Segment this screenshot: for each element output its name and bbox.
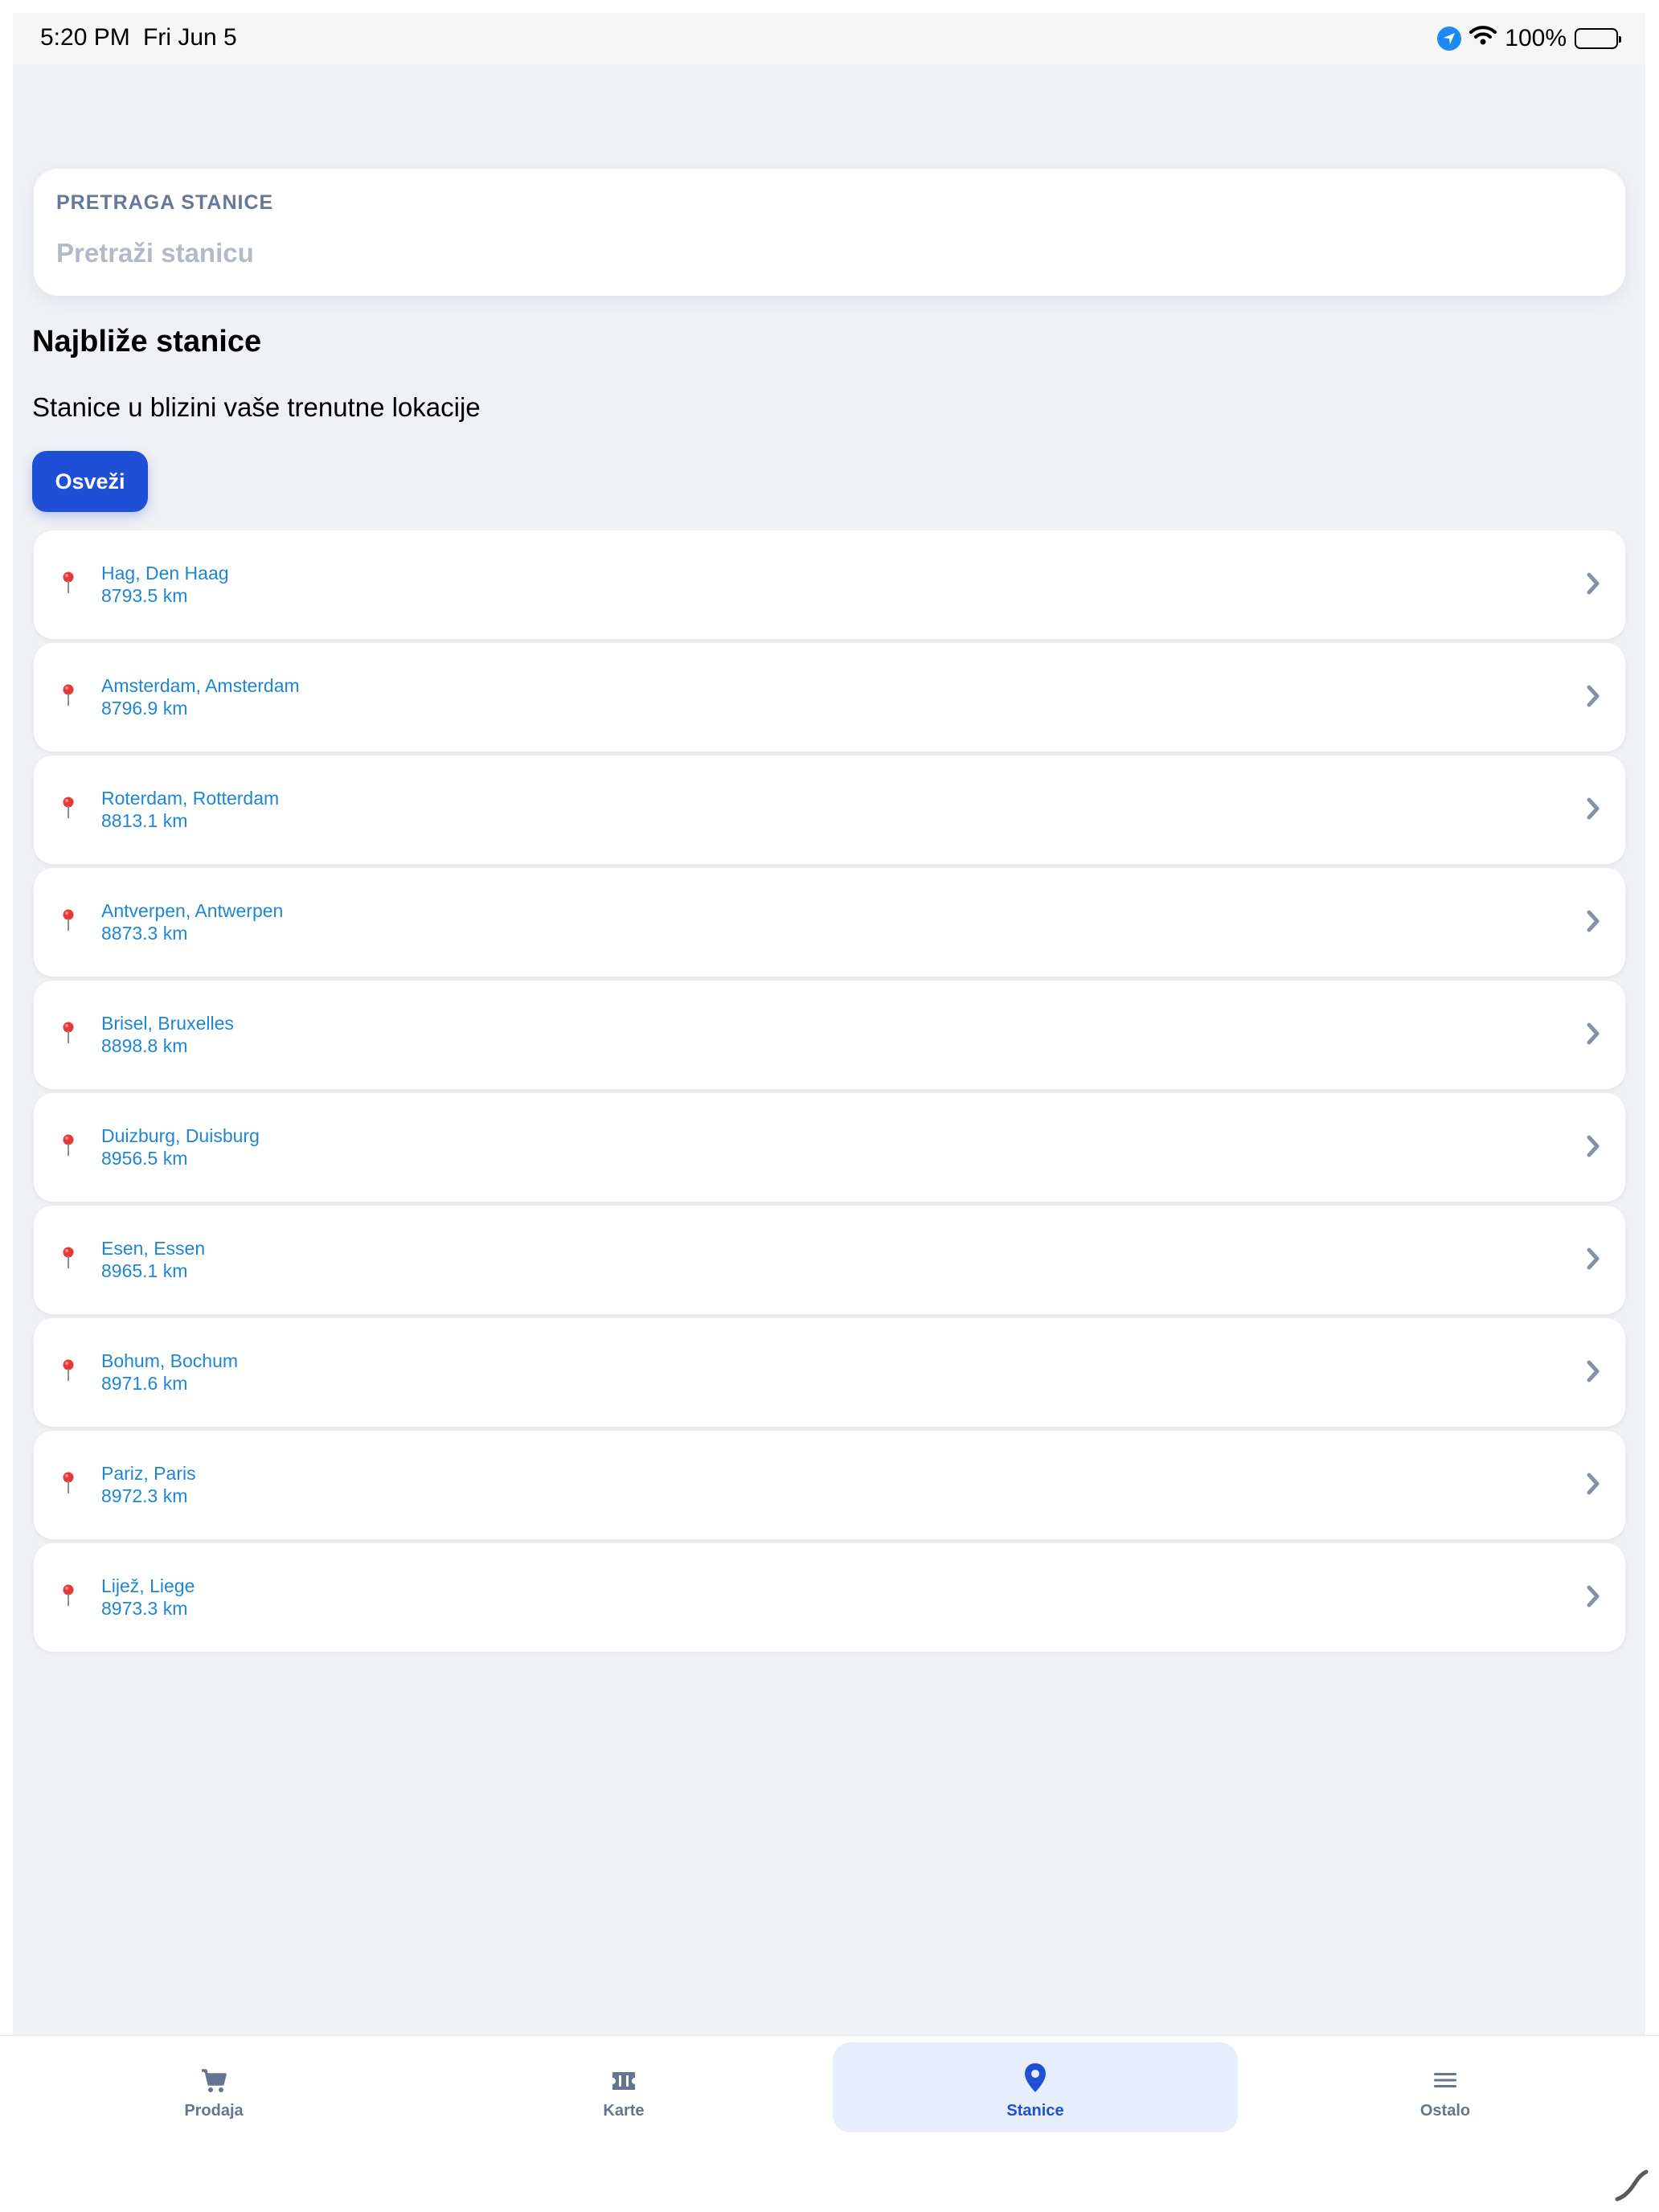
station-distance: 8796.9 km (101, 698, 188, 719)
station-name: Lijež, Liege (101, 1575, 195, 1596)
map-pin-icon (63, 1247, 74, 1268)
station-distance: 8972.3 km (101, 1485, 188, 1506)
map-pin-icon (63, 1359, 74, 1381)
station-name: Pariz, Paris (101, 1463, 196, 1484)
map-pin-icon (63, 684, 74, 706)
tab-karte[interactable]: Karte (421, 2042, 826, 2132)
chevron-right-icon (1587, 572, 1600, 595)
map-pin-icon (63, 1472, 74, 1493)
station-distance: 8956.5 km (101, 1148, 188, 1169)
tab-label-ostalo: Ostalo (1419, 2102, 1471, 2120)
map-pin-icon (63, 1022, 74, 1043)
tab-label-stanice: Stanice (1006, 2102, 1064, 2120)
battery-percent: 100% (1505, 25, 1567, 51)
station-name: Antverpen, Antwerpen (101, 900, 284, 921)
chevron-right-icon (1587, 1473, 1600, 1495)
station-name: Amsterdam, Amsterdam (101, 675, 300, 696)
tab-stanice[interactable]: Stanice (833, 2042, 1238, 2132)
chevron-right-icon (1587, 910, 1600, 932)
chevron-right-icon (1587, 1360, 1600, 1382)
map-pin-icon (63, 909, 74, 931)
station-name: Hag, Den Haag (101, 563, 229, 584)
station-name: Esen, Essen (101, 1238, 206, 1259)
station-name: Duizburg, Duisburg (101, 1125, 260, 1146)
station-list: Hag, Den Haag 8793.5 km Amsterdam, Amsterd… (34, 530, 1625, 1656)
station-name: Roterdam, Rotterdam (101, 788, 280, 809)
search-card: PRETRAGA STANICE (34, 169, 1625, 296)
chevron-right-icon (1587, 797, 1600, 820)
chevron-right-icon (1587, 1022, 1600, 1045)
ticket-icon (609, 2067, 638, 2099)
station-distance: 8965.1 km (101, 1260, 188, 1281)
screen: 5:20 PM Fri Jun 5 100% PRETRAGA STANICE … (0, 0, 1659, 2212)
station-distance: 8971.6 km (101, 1373, 188, 1394)
chevron-right-icon (1587, 1585, 1600, 1608)
map-pin-icon (1022, 2063, 1048, 2098)
station-row[interactable]: Esen, Essen 8965.1 km (34, 1206, 1625, 1314)
chevron-right-icon (1587, 1135, 1600, 1157)
map-pin-icon (63, 571, 74, 593)
search-input[interactable] (56, 233, 1583, 273)
tab-label-prodaja: Prodaja (184, 2102, 244, 2120)
station-row[interactable]: Pariz, Paris 8972.3 km (34, 1431, 1625, 1539)
station-row[interactable]: Amsterdam, Amsterdam 8796.9 km (34, 643, 1625, 752)
station-row[interactable]: Lijež, Liege 8973.3 km (34, 1543, 1625, 1652)
status-bar: 5:20 PM Fri Jun 5 100% (13, 13, 1645, 64)
station-distance: 8898.8 km (101, 1035, 188, 1056)
station-row[interactable]: Brisel, Bruxelles 8898.8 km (34, 981, 1625, 1089)
pencil-hover-indicator (1615, 2169, 1649, 2202)
wifi-icon (1469, 25, 1497, 52)
chevron-right-icon (1587, 685, 1600, 707)
map-pin-icon (63, 1584, 74, 1606)
tab-bar: Prodaja Karte Stanice Ostalo (0, 2035, 1659, 2140)
station-name: Bohum, Bochum (101, 1350, 239, 1371)
station-distance: 8793.5 km (101, 585, 188, 606)
search-label: PRETRAGA STANICE (56, 191, 274, 214)
status-indicators: 100% (1437, 23, 1621, 55)
station-row[interactable]: Roterdam, Rotterdam 8813.1 km (34, 756, 1625, 864)
station-row[interactable]: Hag, Den Haag 8793.5 km (34, 530, 1625, 639)
station-row[interactable]: Antverpen, Antwerpen 8873.3 km (34, 868, 1625, 977)
menu-icon (1432, 2067, 1459, 2098)
station-row[interactable]: Bohum, Bochum 8971.6 km (34, 1318, 1625, 1427)
battery-icon (1575, 28, 1621, 49)
chevron-right-icon (1587, 1247, 1600, 1270)
location-services-icon (1437, 27, 1462, 51)
station-distance: 8873.3 km (101, 923, 188, 944)
status-time: 5:20 PM (40, 24, 130, 51)
station-name: Brisel, Bruxelles (101, 1013, 234, 1034)
tab-label-karte: Karte (603, 2102, 645, 2120)
tab-ostalo[interactable]: Ostalo (1243, 2042, 1648, 2132)
map-pin-icon (63, 1134, 74, 1156)
station-distance: 8813.1 km (101, 810, 188, 831)
section-subtitle: Stanice u blizini vaše trenutne lokacije (32, 392, 481, 422)
station-distance: 8973.3 km (101, 1598, 188, 1619)
refresh-button[interactable]: Osveži (32, 451, 148, 512)
station-row[interactable]: Duizburg, Duisburg 8956.5 km (34, 1093, 1625, 1202)
tab-prodaja[interactable]: Prodaja (11, 2042, 416, 2132)
cart-icon (199, 2067, 228, 2099)
section-title: Najbliže stanice (32, 325, 262, 358)
status-date: Fri Jun 5 (143, 24, 237, 51)
map-pin-icon (63, 797, 74, 818)
